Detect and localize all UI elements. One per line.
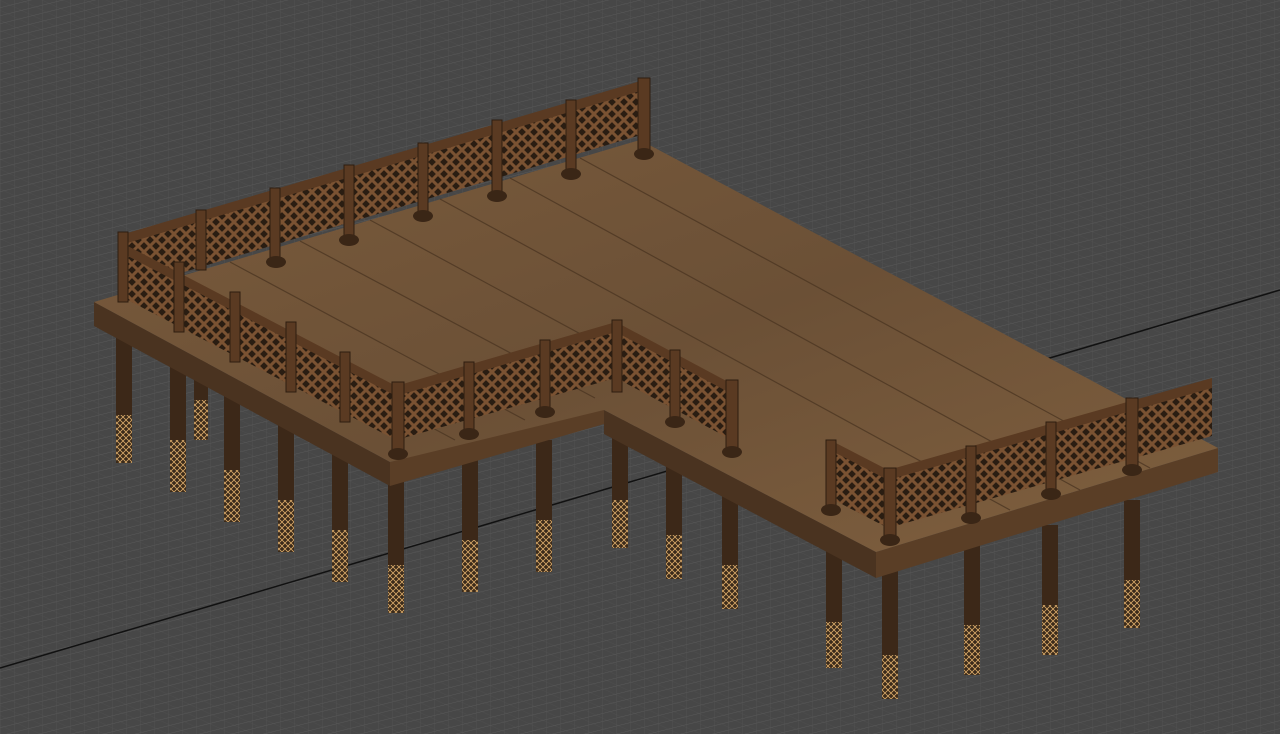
viewport-canvas[interactable]: [0, 0, 1280, 734]
3d-viewport[interactable]: [0, 0, 1280, 734]
